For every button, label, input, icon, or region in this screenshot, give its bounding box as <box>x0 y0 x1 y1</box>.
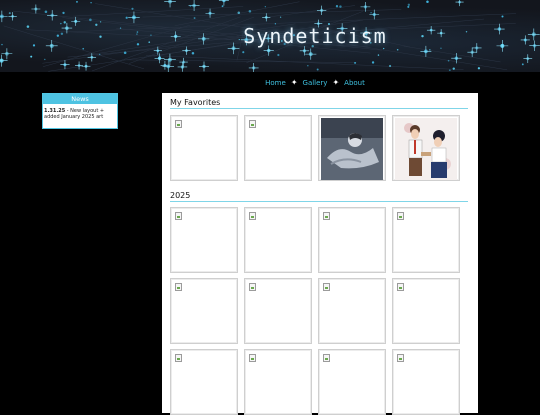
broken-image-icon <box>249 283 256 291</box>
thumbnail-favorite-4[interactable] <box>392 115 460 181</box>
header-banner: Syndeticism <box>0 0 540 72</box>
section-title-2025: 2025 <box>170 191 468 202</box>
news-title: News <box>43 94 117 104</box>
broken-image-icon <box>249 120 256 128</box>
thumbnail-2025-7[interactable] <box>318 278 386 344</box>
broken-image-icon <box>323 283 330 291</box>
news-entry: 1.31.25 - New layout + added January 202… <box>43 104 117 120</box>
broken-image-icon <box>397 283 404 291</box>
nav-link-home[interactable]: Home <box>265 79 286 87</box>
nav-link-about[interactable]: About <box>344 79 365 87</box>
section-title-favorites: My Favorites <box>170 98 468 109</box>
broken-image-icon <box>397 212 404 220</box>
thumbnail-2025-10[interactable] <box>244 349 312 415</box>
thumbnail-favorite-1[interactable] <box>170 115 238 181</box>
site-title: Syndeticism <box>243 24 387 48</box>
thumbnail-2025-8[interactable] <box>392 278 460 344</box>
broken-image-icon <box>175 120 182 128</box>
nav-link-gallery[interactable]: Gallery <box>303 79 328 87</box>
thumbnail-2025-9[interactable] <box>170 349 238 415</box>
star-separator-icon: ✦ <box>332 78 340 87</box>
broken-image-icon <box>397 354 404 362</box>
thumbnail-2025-4[interactable] <box>392 207 460 273</box>
main-nav: Home ✦ Gallery ✦ About <box>0 78 540 87</box>
thumbnail-favorite-2[interactable] <box>244 115 312 181</box>
broken-image-icon <box>249 212 256 220</box>
broken-image-icon <box>175 212 182 220</box>
thumbnail-2025-5[interactable] <box>170 278 238 344</box>
sleeping-figure-artwork <box>321 118 383 180</box>
thumbnail-2025-3[interactable] <box>318 207 386 273</box>
thumbnail-2025-11[interactable] <box>318 349 386 415</box>
thumbnail-favorite-3[interactable] <box>318 115 386 181</box>
thumbnail-2025-1[interactable] <box>170 207 238 273</box>
broken-image-icon <box>323 212 330 220</box>
gallery-panel: My Favorites 2025 <box>162 93 478 415</box>
broken-image-icon <box>249 354 256 362</box>
news-box: News 1.31.25 - New layout + added Januar… <box>42 93 118 129</box>
thumbnail-2025-2[interactable] <box>244 207 312 273</box>
broken-image-icon <box>175 354 182 362</box>
broken-image-icon <box>175 283 182 291</box>
broken-image-icon <box>323 354 330 362</box>
thumbnail-2025-6[interactable] <box>244 278 312 344</box>
star-separator-icon: ✦ <box>290 78 298 87</box>
thumbnail-2025-12[interactable] <box>392 349 460 415</box>
couple-illustration-artwork <box>395 118 457 180</box>
